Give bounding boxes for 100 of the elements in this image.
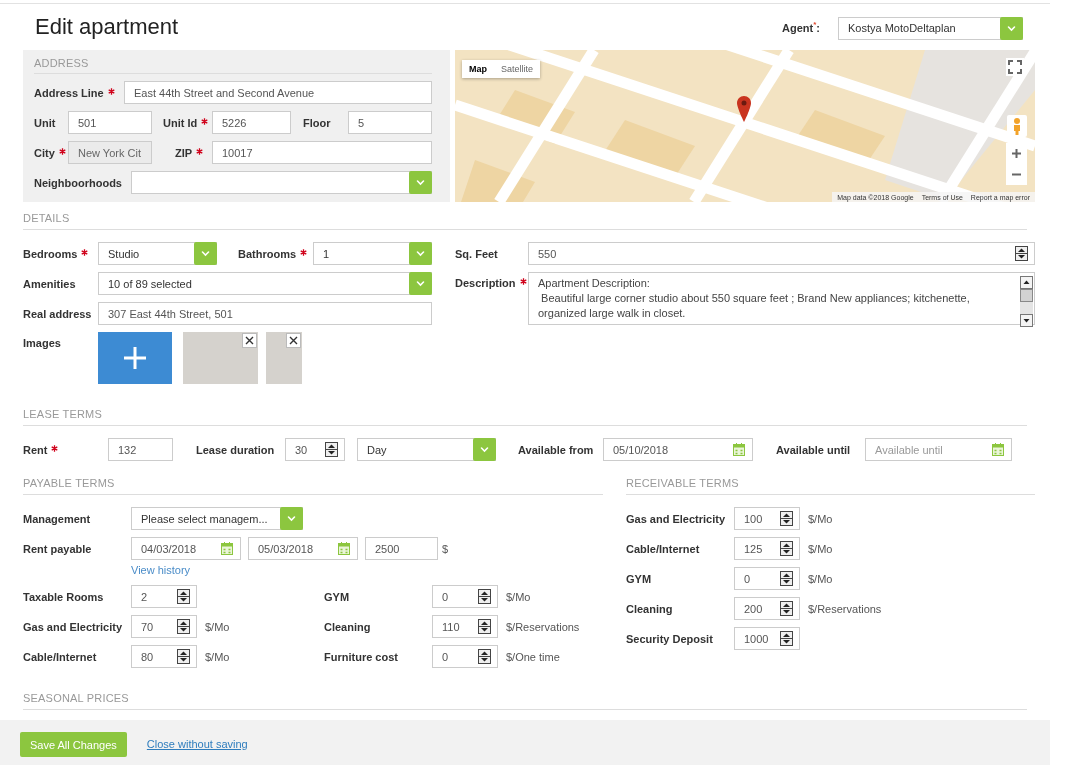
- field-label: Available from: [518, 443, 594, 456]
- number-field[interactable]: 70: [131, 615, 197, 638]
- section-heading: ADDRESS: [34, 57, 432, 74]
- spinner-arrows-icon[interactable]: [478, 589, 491, 604]
- field-label: Images: [23, 336, 62, 349]
- field-label: Gas and Electricity: [626, 512, 726, 525]
- input-field[interactable]: 132: [108, 438, 173, 461]
- field-label: Cable/Internet: [23, 650, 97, 663]
- spinner-arrows-icon[interactable]: [780, 571, 793, 586]
- unit-label: $/One time: [506, 650, 560, 663]
- unit-label: $/Mo: [205, 650, 230, 663]
- fullscreen-icon[interactable]: [1006, 58, 1024, 76]
- spinner-arrows-icon[interactable]: [177, 619, 190, 634]
- number-field[interactable]: 125: [734, 537, 800, 560]
- section-heading: LEASE TERMS: [23, 408, 1027, 426]
- dropdown-field[interactable]: [131, 171, 432, 194]
- input-field[interactable]: East 44th Street and Second Avenue: [124, 81, 432, 104]
- close-icon[interactable]: [242, 333, 257, 348]
- field-label: GYM: [626, 572, 652, 585]
- close-icon[interactable]: [286, 333, 301, 348]
- input-field[interactable]: 5226: [212, 111, 291, 134]
- field-label: GYM: [324, 590, 350, 603]
- vertical-scrollbar[interactable]: [1020, 276, 1033, 327]
- input-field[interactable]: 2500: [365, 537, 438, 560]
- field-label: Description: [455, 277, 516, 289]
- field-label: Bathrooms: [238, 247, 297, 260]
- unit-label: $/Mo: [808, 542, 833, 555]
- number-field[interactable]: 550: [528, 242, 1035, 265]
- section-heading: SEASONAL PRICES: [23, 692, 1027, 710]
- dropdown-field[interactable]: 1: [313, 242, 432, 265]
- section-heading: DETAILS: [23, 212, 1027, 230]
- field-label: Real address: [23, 307, 92, 320]
- spinner-arrows-icon[interactable]: [780, 631, 793, 646]
- date-field[interactable]: 05/03/2018: [248, 537, 358, 560]
- field-label: Lease duration: [196, 443, 275, 456]
- spinner-arrows-icon[interactable]: [325, 442, 338, 457]
- text-area[interactable]: Apartment Description: Beautiful large corner studio about 550 square feet ; Brand New appliances; kitchenette, organized large walk in closet.: [528, 272, 1035, 325]
- field-label: Cleaning: [324, 620, 371, 633]
- spinner-arrows-icon[interactable]: [478, 619, 491, 634]
- dropdown-field[interactable]: Kostya MotoDeltaplan: [838, 16, 1023, 40]
- number-field[interactable]: 0: [734, 567, 800, 590]
- number-field[interactable]: 110: [432, 615, 498, 638]
- field-label: Gas and Electricity: [23, 620, 123, 633]
- map-type-tab[interactable]: Satellite: [494, 60, 541, 78]
- dropdown-field[interactable]: Please select managem...: [131, 507, 303, 530]
- spinner-arrows-icon[interactable]: [780, 541, 793, 556]
- field-label: Floor: [303, 116, 331, 129]
- number-field[interactable]: 30: [285, 438, 345, 461]
- field-label: Rent payable: [23, 542, 92, 555]
- spinner-arrows-icon[interactable]: [780, 601, 793, 616]
- field-label: Unit Id: [163, 116, 198, 129]
- section-heading: PAYABLE TERMS: [23, 477, 603, 495]
- unit-label: $: [442, 542, 449, 555]
- spinner-arrows-icon[interactable]: [478, 649, 491, 664]
- field-label: Cable/Internet: [626, 542, 700, 555]
- field-label: Neighboorhoods: [34, 176, 122, 189]
- number-field[interactable]: 100: [734, 507, 800, 530]
- field-label: Amenities: [23, 277, 76, 290]
- number-field[interactable]: 200: [734, 597, 800, 620]
- section-heading: RECEIVABLE TERMS: [626, 477, 1035, 495]
- date-field[interactable]: 05/10/2018: [603, 438, 753, 461]
- dropdown-field[interactable]: 10 of 89 selected: [98, 272, 432, 295]
- field-label: Unit: [34, 116, 56, 129]
- field-label: Sq. Feet: [455, 247, 498, 260]
- plus-icon: [123, 346, 147, 370]
- unit-label: $/Mo: [808, 512, 833, 525]
- input-field[interactable]: 501: [68, 111, 152, 134]
- unit-label: $/Mo: [808, 572, 833, 585]
- unit-label: $/Mo: [205, 620, 230, 633]
- unit-label: $/Mo: [506, 590, 531, 603]
- unit-label: $/Reservations: [808, 602, 882, 615]
- field-label: Taxable Rooms: [23, 590, 104, 603]
- input-field[interactable]: 5: [348, 111, 432, 134]
- number-field[interactable]: 80: [131, 645, 197, 668]
- field-label: Security Deposit: [626, 632, 713, 645]
- spinner-arrows-icon[interactable]: [177, 649, 190, 664]
- input-field[interactable]: 307 East 44th Street, 501: [98, 302, 432, 325]
- page-title: Edit apartment: [35, 14, 179, 40]
- field-label: Address Line: [34, 86, 104, 99]
- field-label: Available until: [776, 443, 851, 456]
- field-label: Agent$^{*}$:: [782, 22, 820, 34]
- spinner-arrows-icon[interactable]: [177, 589, 190, 604]
- number-field[interactable]: 0: [432, 585, 498, 608]
- spinner-arrows-icon[interactable]: [1015, 246, 1028, 261]
- close-link[interactable]: Close without saving: [146, 732, 248, 757]
- map-type-tab[interactable]: Map: [462, 60, 494, 78]
- field-label: City: [34, 146, 55, 159]
- number-field[interactable]: 1000: [734, 627, 800, 650]
- dropdown-field[interactable]: Day: [357, 438, 496, 461]
- number-field[interactable]: 0: [432, 645, 498, 668]
- number-field[interactable]: 2: [131, 585, 197, 608]
- unit-label: $/Reservations: [506, 620, 580, 633]
- spinner-arrows-icon[interactable]: [780, 511, 793, 526]
- view-history-link[interactable]: View history: [131, 564, 191, 576]
- input-field[interactable]: 10017: [212, 141, 432, 164]
- add-image-button[interactable]: [98, 332, 172, 384]
- field-label: Furniture cost: [324, 650, 398, 663]
- dropdown-field[interactable]: Studio: [98, 242, 217, 265]
- field-label: Management: [23, 512, 91, 525]
- date-field[interactable]: 04/03/2018: [131, 537, 241, 560]
